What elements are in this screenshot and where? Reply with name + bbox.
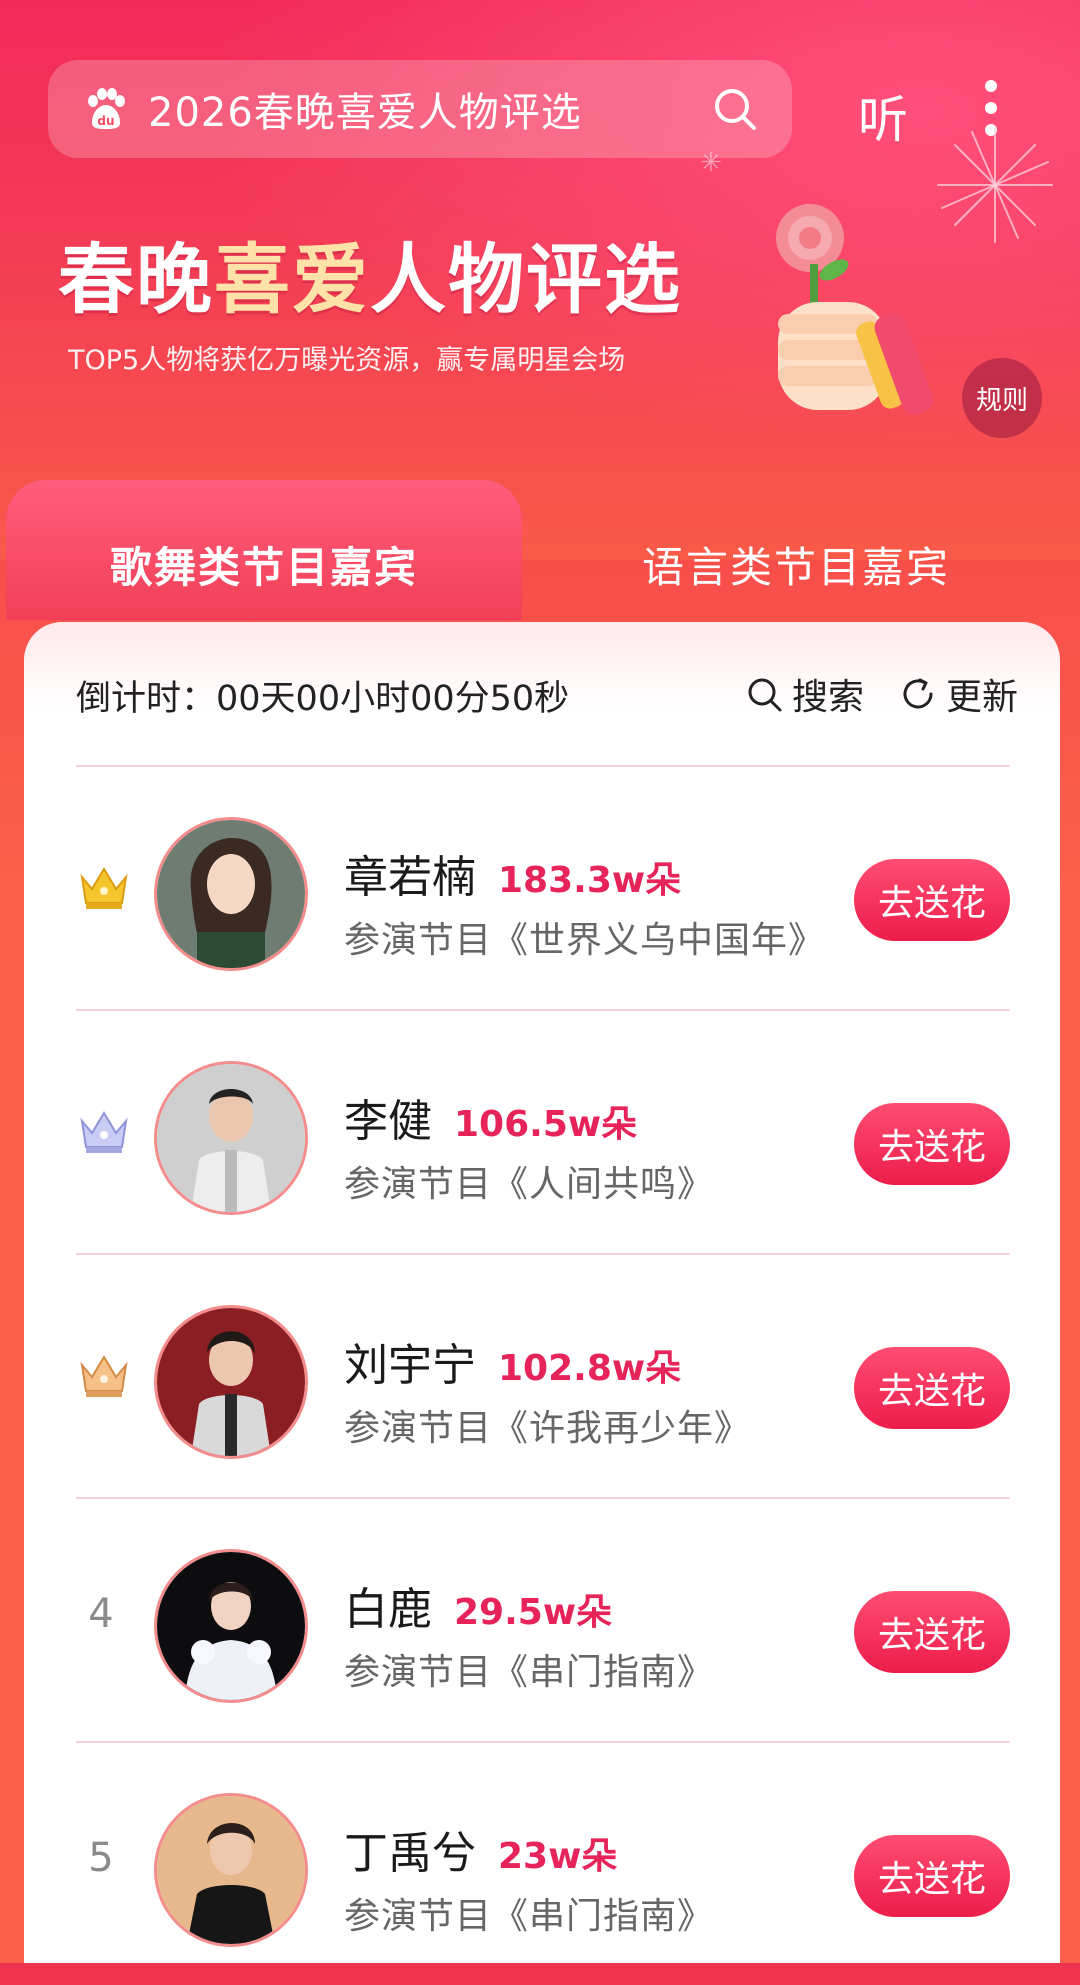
send-flowers-button[interactable]: 去送花 [854,859,1010,941]
refresh-button[interactable]: 更新 [898,668,1018,720]
gold-crown-icon [80,867,128,909]
tab-label: 歌舞类节目嘉宾 [109,543,418,592]
search-icon [748,678,782,712]
contestant-name: 刘宇宁 102.8w朵 [344,1340,682,1391]
ranking-card: 倒计时：00天00小时00分50秒 搜索 更新 章若楠 183.3w朵 参演节目… [24,622,1060,1963]
flower-count: 29.5w朵 [454,1592,613,1633]
flower-count: 183.3w朵 [498,860,682,901]
ranking-row: 刘宇宁 102.8w朵 参演节目《许我再少年》 去送花 [76,1253,1010,1497]
banner-title: 春晚喜爱人物评选 [58,235,682,324]
send-flowers-button[interactable]: 去送花 [854,1835,1010,1917]
svg-text:du: du [97,114,114,128]
sparkle-decoration: ✳ [700,148,722,178]
avatar[interactable] [154,1793,308,1947]
countdown-row: 倒计时：00天00小时00分50秒 搜索 更新 [24,622,1060,762]
tab-song-dance-guests[interactable]: 歌舞类节目嘉宾 [6,480,522,620]
avatar[interactable] [154,817,308,971]
program-title: 参演节目《人间共鸣》 [344,1164,715,1205]
search-input[interactable]: 2026春晚喜爱人物评选 [148,80,582,138]
contestant-name: 白鹿 29.5w朵 [344,1584,613,1635]
contestant-name: 章若楠 183.3w朵 [344,852,682,903]
search-bar[interactable]: du 2026春晚喜爱人物评选 [48,60,792,158]
firework-decoration [937,127,1053,243]
avatar[interactable] [154,1305,308,1459]
refresh-label: 更新 [946,677,1019,718]
ranking-row: 5 丁禹兮 23w朵 参演节目《串门指南》 去送花 [76,1741,1010,1985]
search-icon[interactable] [712,86,758,132]
send-flowers-button[interactable]: 去送花 [854,1347,1010,1429]
avatar[interactable] [154,1061,308,1215]
baidu-paw-icon: du [82,85,130,133]
flower-count: 23w朵 [498,1836,618,1877]
rules-button[interactable]: 规则 [962,358,1042,438]
flower-count: 106.5w朵 [454,1104,638,1145]
contestant-name: 李健 106.5w朵 [344,1096,638,1147]
silver-crown-icon [80,1111,128,1153]
program-title: 参演节目《世界义乌中国年》 [344,920,826,961]
tab-label: 语言类节目嘉宾 [641,543,950,592]
rank-number: 5 [88,1835,114,1881]
ranking-row: 李健 106.5w朵 参演节目《人间共鸣》 去送花 [76,1009,1010,1253]
refresh-icon [903,678,933,709]
listen-button[interactable]: 听 [858,80,908,152]
search-label: 搜索 [792,677,865,718]
ranking-row: 4 白鹿 29.5w朵 参演节目《串门指南》 去送花 [76,1497,1010,1741]
fist-holding-rose-icon [776,204,934,415]
program-title: 参演节目《串门指南》 [344,1896,715,1937]
program-title: 参演节目《串门指南》 [344,1652,715,1693]
ranking-list: 章若楠 183.3w朵 参演节目《世界义乌中国年》 去送花 李健 106.5w朵 参… [24,765,1060,1985]
flower-count: 102.8w朵 [498,1348,682,1389]
send-flowers-button[interactable]: 去送花 [854,1103,1010,1185]
program-title: 参演节目《许我再少年》 [344,1408,752,1449]
tab-language-guests[interactable]: 语言类节目嘉宾 [522,510,1070,620]
ranking-row: 章若楠 183.3w朵 参演节目《世界义乌中国年》 去送花 [76,765,1010,1009]
contestant-name: 丁禹兮 23w朵 [344,1828,618,1879]
send-flowers-button[interactable]: 去送花 [854,1591,1010,1673]
banner-subtitle: TOP5人物将获亿万曝光资源，赢专属明星会场 [68,345,626,376]
bronze-crown-icon [80,1355,128,1397]
avatar[interactable] [154,1549,308,1703]
countdown-text: 倒计时：00天00小时00分50秒 [76,679,570,719]
rank-number: 4 [88,1591,114,1637]
search-button[interactable]: 搜索 [744,668,864,720]
